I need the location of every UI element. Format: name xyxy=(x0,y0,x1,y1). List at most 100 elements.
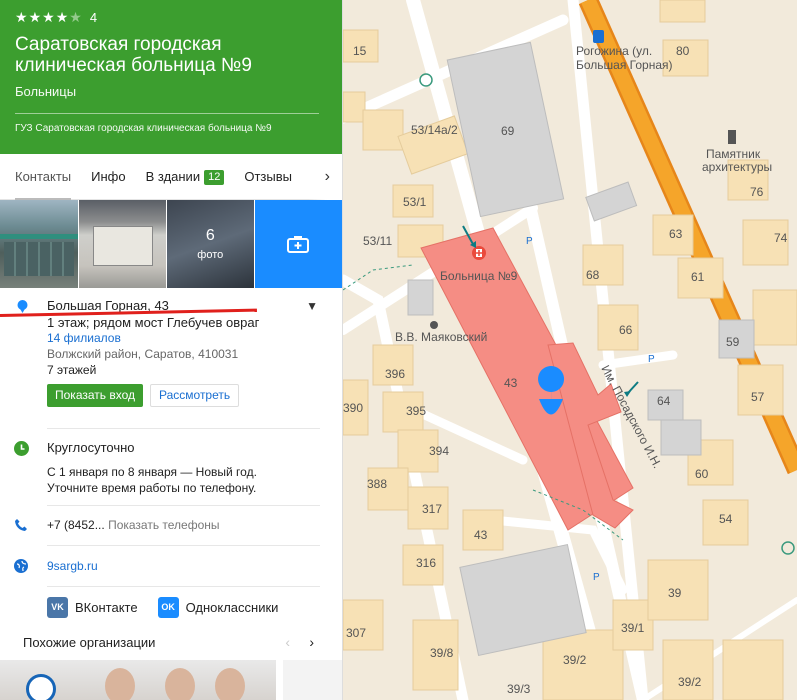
address-section: Большая Горная, 43 ▼ 1 этаж; рядом мост … xyxy=(0,288,342,428)
star-icon: ★ xyxy=(28,9,42,25)
ok-label: Одноклассники xyxy=(185,599,279,615)
monument-label-2[interactable]: архитектуры xyxy=(702,160,772,174)
vk-link[interactable]: VK ВКонтакте xyxy=(47,596,138,618)
house-number: 53/14а/2 xyxy=(411,123,458,137)
website-row: 9sargb.ru xyxy=(0,546,342,586)
monument-label-1[interactable]: Памятник xyxy=(706,147,761,161)
chevron-down-icon[interactable]: ▼ xyxy=(306,299,318,313)
ok-icon: OK xyxy=(157,596,179,618)
similar-org-card[interactable] xyxy=(0,660,276,700)
hours-section: Круглосуточно С 1 января по 8 января — Н… xyxy=(0,429,342,505)
bus-stop-label-2[interactable]: Большая Горная) xyxy=(576,58,673,72)
tabs: Контакты Инфо В здании 12 Отзывы › xyxy=(0,154,342,200)
org-category[interactable]: Больницы xyxy=(15,84,327,99)
star-icon: ★ xyxy=(15,9,28,25)
photo-thumbnail[interactable] xyxy=(0,200,78,288)
show-phones-link[interactable]: Показать телефоны xyxy=(108,518,219,532)
house-number: 69 xyxy=(501,124,515,138)
bus-stop-label-1[interactable]: Рогожина (ул. xyxy=(576,44,652,58)
add-photo-button[interactable] xyxy=(254,200,342,288)
similar-org-card[interactable] xyxy=(283,660,342,700)
house-number: 388 xyxy=(367,477,387,491)
photo-strip: 6 фото xyxy=(0,200,342,288)
house-number: 39/8 xyxy=(430,646,454,660)
camera-plus-icon xyxy=(287,236,310,253)
house-number: 39/2 xyxy=(563,653,587,667)
similar-orgs-title: Похожие организации xyxy=(23,634,156,650)
map-canvas[interactable]: P P P Рогожина (ул. Большая Горная) Памя… xyxy=(343,0,797,700)
house-number: 396 xyxy=(385,367,405,381)
phone-number: +7 (8452... xyxy=(47,518,105,532)
mayakovsky-label[interactable]: В.В. Маяковский xyxy=(395,330,487,344)
house-number: 39/3 xyxy=(507,682,531,696)
photo-thumbnail[interactable] xyxy=(78,200,167,288)
divider xyxy=(15,113,319,114)
photo-count: 6 xyxy=(205,227,215,244)
hours-note-line1: С 1 января по 8 января — Новый год. xyxy=(47,465,257,479)
floors-count: 7 этажей xyxy=(47,363,97,377)
rating[interactable]: ★ ★ ★ ★ ★ 4 xyxy=(15,9,327,25)
phone-icon xyxy=(15,519,27,531)
house-number: 80 xyxy=(676,44,690,58)
house-number: 390 xyxy=(343,401,363,415)
social-links: VK ВКонтакте OK Одноклассники xyxy=(0,587,342,627)
hours-note-line2: Уточните время работы по телефону. xyxy=(47,481,257,495)
chevron-left-icon[interactable]: ‹ xyxy=(285,634,290,650)
svg-text:P: P xyxy=(648,354,655,365)
address-district: Волжский район, Саратов, 410031 xyxy=(47,347,239,361)
photo-count-tile[interactable]: 6 фото xyxy=(167,200,254,288)
similar-orgs-carousel xyxy=(0,660,342,700)
yandex-maps-screen: { "org": { "rating_value": "4", "stars_f… xyxy=(0,0,797,700)
house-number: 66 xyxy=(619,323,633,337)
house-number: 316 xyxy=(416,556,436,570)
clinic-logo-icon xyxy=(26,674,56,700)
tab-label: В здании xyxy=(145,168,201,184)
house-number: 53/1 xyxy=(403,195,427,209)
star-icon: ★ xyxy=(55,9,69,25)
clock-icon xyxy=(14,441,29,456)
house-number: 39 xyxy=(668,586,682,600)
house-number: 61 xyxy=(691,270,705,284)
org-header: ★ ★ ★ ★ ★ 4 Саратовская городская клинич… xyxy=(0,0,342,154)
tab-in-building[interactable]: В здании 12 xyxy=(146,154,225,200)
house-number: 43 xyxy=(504,376,518,390)
house-number: 64 xyxy=(657,394,671,408)
house-number: 74 xyxy=(774,231,788,245)
hours-main[interactable]: Круглосуточно xyxy=(47,440,342,455)
similar-orgs-header: Похожие организации ‹ › xyxy=(0,627,342,657)
house-number: 39/2 xyxy=(678,675,702,689)
svg-text:P: P xyxy=(593,572,600,583)
vk-icon: VK xyxy=(47,596,68,618)
tab-reviews[interactable]: Отзывы xyxy=(244,154,292,200)
svg-text:P: P xyxy=(526,236,533,247)
house-number: 395 xyxy=(406,404,426,418)
tab-contacts[interactable]: Контакты xyxy=(15,154,72,200)
vk-label: ВКонтакте xyxy=(75,599,138,615)
org-title: Саратовская городская клиническая больни… xyxy=(15,34,252,76)
tabs-next-button[interactable]: › xyxy=(308,154,342,200)
branches-link[interactable]: 14 филиалов xyxy=(47,330,322,346)
house-number: 59 xyxy=(726,335,740,349)
house-number: 317 xyxy=(422,502,442,516)
show-entrance-button[interactable]: Показать вход xyxy=(47,384,143,407)
chevron-right-icon[interactable]: › xyxy=(309,634,314,650)
location-pin-icon xyxy=(17,300,28,313)
house-number: 307 xyxy=(346,626,366,640)
house-number: 394 xyxy=(429,444,449,458)
star-icon: ★ xyxy=(42,9,55,25)
house-number: 15 xyxy=(353,44,367,58)
view-button[interactable]: Рассмотреть xyxy=(150,384,240,407)
ok-link[interactable]: OK Одноклассники xyxy=(157,596,279,618)
website-link[interactable]: 9sargb.ru xyxy=(47,559,98,573)
house-number: 68 xyxy=(586,268,600,282)
map-graphics: P P P Рогожина (ул. Большая Горная) Памя… xyxy=(343,0,797,700)
tab-badge: 12 xyxy=(204,169,225,185)
hospital-map-label[interactable]: Больница №9 xyxy=(440,269,518,283)
house-number: 54 xyxy=(719,512,733,526)
tab-info[interactable]: Инфо xyxy=(91,154,125,200)
rating-value: 4 xyxy=(89,9,98,25)
photo-count-label: фото xyxy=(197,249,224,261)
org-card-sidebar: ★ ★ ★ ★ ★ 4 Саратовская городская клинич… xyxy=(0,0,343,700)
house-number: 76 xyxy=(750,185,764,199)
house-number: 60 xyxy=(695,467,709,481)
